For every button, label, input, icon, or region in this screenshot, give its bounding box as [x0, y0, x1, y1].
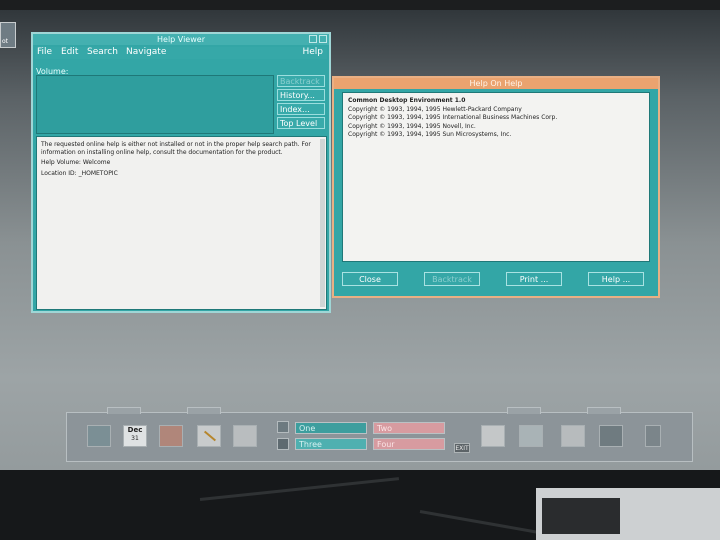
- text-editor-icon[interactable]: [197, 425, 221, 447]
- mailer-icon[interactable]: [233, 425, 257, 447]
- help-viewer-title: Help Viewer: [157, 35, 205, 44]
- printer-icon[interactable]: [481, 425, 505, 447]
- index-button[interactable]: Index...: [277, 103, 325, 115]
- help-manager-icon[interactable]: [599, 425, 623, 447]
- topic-hierarchy-list[interactable]: [36, 75, 274, 134]
- backtrack-button[interactable]: Backtrack: [277, 75, 325, 87]
- minimize-icon[interactable]: [309, 35, 317, 43]
- subpanel-arrow-tab[interactable]: [587, 407, 621, 414]
- clock-icon[interactable]: [87, 425, 111, 447]
- desktop-icon[interactable]: ot: [0, 22, 16, 48]
- cable: [419, 510, 539, 534]
- monitor-bezel-top: [0, 0, 720, 10]
- busy-light-icon: [277, 438, 289, 450]
- lock-icon[interactable]: [277, 421, 289, 433]
- location-id-text: Location ID: _HOMETOPIC: [41, 169, 118, 177]
- help-message: The requested online help is either not …: [41, 141, 311, 156]
- laptop-keyboard: [542, 498, 620, 534]
- copyright-line: Copyright © 1993, 1994, 1995 Internation…: [348, 114, 558, 121]
- pencil-icon: [203, 430, 217, 442]
- workspace-three-button[interactable]: Three: [295, 438, 367, 450]
- calendar-month: Dec: [127, 426, 143, 434]
- help-on-help-window: Help On Help Common Desktop Environment …: [332, 76, 660, 298]
- top-level-button[interactable]: Top Level: [277, 117, 325, 129]
- workspace-four-button[interactable]: Four: [373, 438, 445, 450]
- exit-button[interactable]: EXIT: [454, 443, 470, 453]
- menu-help[interactable]: Help: [302, 47, 323, 57]
- style-manager-icon[interactable]: [519, 425, 543, 447]
- workspace-one-button[interactable]: One: [295, 422, 367, 434]
- help-volume-text: Help Volume: Welcome: [41, 159, 111, 166]
- help-on-help-button-row: Close Backtrack Print ... Help ...: [334, 272, 658, 288]
- trash-icon[interactable]: [645, 425, 661, 447]
- backtrack-button[interactable]: Backtrack: [424, 272, 480, 286]
- help-on-help-titlebar[interactable]: Help On Help: [334, 78, 658, 89]
- history-button[interactable]: History...: [277, 89, 325, 101]
- laptop: [536, 488, 720, 540]
- subpanel-arrow-tab[interactable]: [507, 407, 541, 414]
- help-viewer-menubar: File Edit Search Navigate Help: [35, 47, 327, 59]
- file-manager-icon[interactable]: [159, 425, 183, 447]
- help-on-help-content: Common Desktop Environment 1.0 Copyright…: [342, 92, 650, 262]
- calendar-icon[interactable]: Dec 31: [123, 425, 147, 447]
- application-manager-icon[interactable]: [561, 425, 585, 447]
- desktop-icon-label: ot: [2, 38, 9, 45]
- workspace-two-button[interactable]: Two: [373, 422, 445, 434]
- close-button[interactable]: Close: [342, 272, 398, 286]
- subpanel-arrow-tab[interactable]: [187, 407, 221, 414]
- copyright-line: Copyright © 1993, 1994, 1995 Novell, Inc…: [348, 122, 476, 130]
- help-button[interactable]: Help ...: [588, 272, 644, 286]
- copyright-line: Copyright © 1993, 1994, 1995 Sun Microsy…: [348, 131, 512, 138]
- print-button[interactable]: Print ...: [506, 272, 562, 286]
- cde-heading: Common Desktop Environment 1.0: [348, 97, 466, 104]
- help-content-pane: The requested online help is either not …: [36, 136, 327, 310]
- menu-navigate[interactable]: Navigate: [126, 47, 166, 57]
- menu-search[interactable]: Search: [87, 47, 118, 57]
- help-on-help-title: Help On Help: [469, 79, 523, 88]
- help-viewer-window: Help Viewer File Edit Search Navigate He…: [31, 32, 331, 313]
- vertical-scrollbar[interactable]: [320, 139, 325, 307]
- calendar-day: 31: [131, 435, 139, 442]
- menu-file[interactable]: File: [37, 47, 52, 57]
- help-viewer-titlebar[interactable]: Help Viewer: [33, 34, 329, 45]
- menu-edit[interactable]: Edit: [61, 47, 78, 57]
- subpanel-arrow-tab[interactable]: [107, 407, 141, 414]
- copyright-line: Copyright © 1993, 1994, 1995 Hewlett-Pac…: [348, 105, 522, 113]
- cable: [199, 477, 400, 501]
- front-panel: Dec 31 One Two Three Four EXIT: [66, 407, 693, 462]
- maximize-icon[interactable]: [319, 35, 327, 43]
